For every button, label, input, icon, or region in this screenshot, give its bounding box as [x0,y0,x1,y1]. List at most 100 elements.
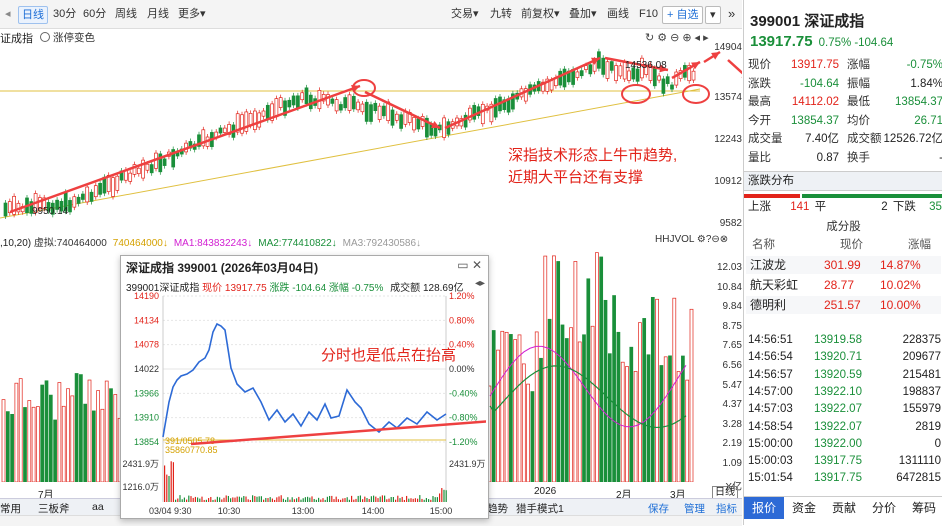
tab-three-axes[interactable]: 三板斧 [38,501,70,516]
intraday-volume-bar [432,496,434,502]
tab-monthly[interactable]: 月线 [144,6,172,22]
intraday-volume-bar [346,497,348,502]
intraday-volume-bar [214,499,216,502]
adjust-menu[interactable]: 前复权▾ [517,6,564,22]
candle [136,167,141,175]
volume-bar [556,261,561,482]
panel-tab[interactable]: 报价 [744,497,784,519]
indicator-button[interactable]: 指标 [716,501,737,516]
component-pct: 14.87% [880,258,921,272]
tick-price: 13920.71 [814,351,862,364]
intraday-volume-bar [282,498,284,502]
intraday-volume-bar [263,499,265,502]
quote-row: 量比 0.87 换手 - [748,149,942,167]
volume-axis-label: 10.84 [716,281,742,293]
intraday-volume-bar [430,499,432,502]
candle [145,163,150,171]
volume-bar [582,334,586,482]
stock-name: 深证成指 [804,13,865,30]
intraday-volume-bar [379,496,381,502]
tick-volume: 0 [934,437,941,450]
candle [248,113,253,126]
settings-icon[interactable]: ⚙ [697,234,706,245]
tab-hunter[interactable]: 猎手模式1 [516,501,564,516]
volume-bar [642,318,647,482]
candle [347,94,352,111]
intraday-chart[interactable]: 14190 1.20%14134 0.80%14078 0.40%14022 0.00%… [121,292,486,516]
intraday-volume-bar [342,498,344,502]
volume-bar [66,388,70,482]
tick-volume: 209677 [902,351,941,364]
tab-aa[interactable]: aa [92,501,104,513]
volume-bar [633,371,638,482]
chart-toolbar: ◂ 日线 30分 60分 周线 月线 更多▾ 交易▾ 九转 前复权▾ 叠加▾ 画… [0,0,742,29]
save-button[interactable]: 保存 [648,501,669,516]
down-label: 下跌 [892,201,916,213]
intraday-volume-bar [355,498,357,502]
watchlist-dropdown[interactable]: ▾ [705,6,721,24]
tick-time: 15:00:03 [748,455,793,468]
expand-icon[interactable]: » [724,6,739,22]
candle [588,64,593,75]
up-count: 141 [790,201,810,213]
volume-bar [104,380,109,482]
x-label: 03/04 9:30 [149,506,192,516]
intraday-volume-bar [175,499,177,502]
tab-60min[interactable]: 60分 [80,6,109,22]
intraday-volume-bar [203,499,205,502]
volume-bar [87,379,92,482]
intraday-volume-bar [245,496,247,502]
intraday-volume-bar [348,499,350,502]
minimize-icon[interactable]: ▭ [457,258,468,272]
intraday-volume-bar [221,499,223,502]
intraday-volume-bar [274,499,276,502]
intraday-volume-bar [434,497,436,502]
tab-common[interactable]: 常用 [0,501,21,516]
candle [382,105,386,117]
volume-bar [638,322,642,482]
tab-30min[interactable]: 30分 [50,6,79,22]
volume-bar [100,408,105,482]
tab-daily[interactable]: 日线 [18,6,48,24]
tab-weekly[interactable]: 周线 [112,6,140,22]
overlay-value: 35860770.85 [165,445,218,455]
next-icon[interactable]: ▸ [480,278,485,289]
close-icon[interactable]: ⊗ [720,234,728,245]
f10-button[interactable]: F10 [635,6,662,22]
quote-label: 换手 [847,151,870,164]
candle [575,71,580,78]
intraday-volume-bar [199,498,201,502]
tick-row: 15:01:54 13917.75 6472815 [748,469,942,487]
intraday-volume-bar [298,496,300,502]
jiuzhuan-button[interactable]: 九转 [486,6,516,22]
intraday-popup[interactable]: 深证成指 399001 (2026年03月04日) ▭ ✕ 399001深证成指… [120,255,489,519]
overlay-menu[interactable]: 叠加▾ [565,6,601,22]
tick-list: 14:56:51 13919.58 228375 14:56:54 13920.7… [744,331,942,491]
panel-tab[interactable]: 分价 [864,497,904,519]
panel-tab[interactable]: 资金 [784,497,824,519]
volume-bar [530,391,535,482]
panel-tab[interactable]: 筹码 [904,497,942,519]
tab-trend[interactable]: 趋势 [487,501,508,516]
tab-more[interactable]: 更多▾ [175,6,209,22]
intraday-volume-bar [300,499,302,502]
volume-bar [36,406,40,482]
panel-tab[interactable]: 贡献 [824,497,864,519]
candle [360,103,365,113]
zoom-out-icon[interactable]: ⊖ [711,234,719,245]
close-icon[interactable]: ✕ [472,258,482,272]
manage-button[interactable]: 管理 [684,501,705,516]
draw-button[interactable]: 画线 [603,6,633,22]
volume-bar [109,388,113,482]
current-pct: 0.75% [818,37,852,49]
trade-menu[interactable]: 交易▾ [447,6,483,22]
component-row[interactable]: 航天彩虹 28.77 10.02% [746,276,941,294]
popup-nav: ◂▸ [475,278,485,289]
indicator-name[interactable]: HHJVOL [655,234,694,245]
add-watchlist-button[interactable]: + 自选 [662,6,704,24]
intraday-volume-bar [443,489,445,502]
component-row[interactable]: 江波龙 301.99 14.87% [746,256,941,274]
component-row[interactable]: 德明利 251.57 10.00% [746,296,941,314]
volume-bar [53,419,57,482]
back-icon[interactable]: ◂ [2,6,14,22]
